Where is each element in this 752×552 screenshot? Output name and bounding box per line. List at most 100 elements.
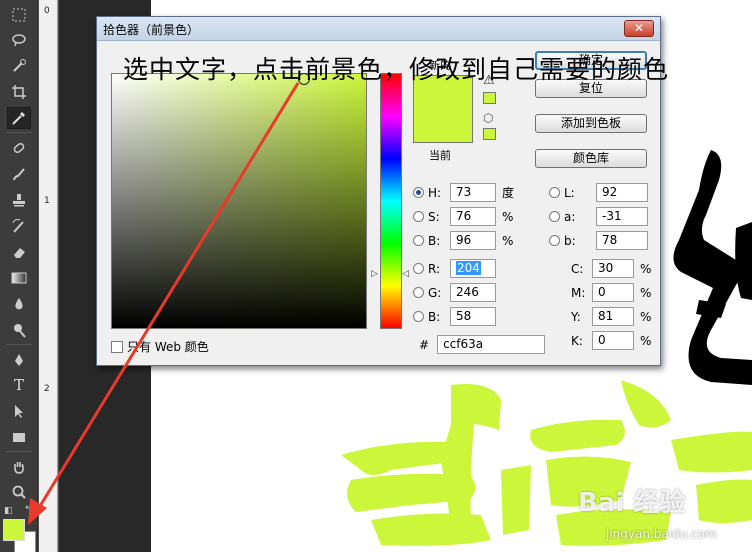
cyan-input[interactable]: 30 [592, 259, 634, 278]
brightness-field-row: B: 96 % [413, 231, 513, 250]
eraser-icon[interactable] [7, 241, 31, 263]
blur-icon[interactable] [7, 293, 31, 315]
zoom-icon[interactable] [7, 481, 31, 503]
color-libraries-button[interactable]: 颜色库 [535, 149, 647, 168]
web-only-checkbox[interactable] [111, 340, 123, 353]
cyan-field-row: C: 30 % [571, 259, 651, 278]
hue-slider[interactable] [380, 73, 402, 329]
add-to-swatches-button[interactable]: 添加到色板 [535, 114, 647, 133]
hue-input[interactable]: 73 [450, 183, 496, 202]
black-input[interactable]: 0 [592, 331, 634, 350]
blue-field-row: B: 58 [413, 307, 496, 326]
quick-select-icon[interactable] [7, 55, 31, 77]
lab-l-field-row: L: 92 [549, 183, 648, 202]
marquee-icon[interactable] [7, 4, 31, 26]
yellow-input[interactable]: 81 [592, 307, 634, 326]
default-colors-icon[interactable]: ◧ [4, 506, 13, 516]
lab-b-label: b: [564, 233, 576, 248]
pen-icon[interactable] [7, 349, 31, 371]
dialog-titlebar[interactable]: 拾色器（前景色） ✕ [97, 17, 660, 41]
rectangle-icon[interactable] [7, 426, 31, 448]
brush-icon[interactable] [7, 163, 31, 185]
lab-b-input[interactable]: 78 [596, 231, 648, 250]
web-only-option: 只有 Web 颜色 [111, 338, 209, 355]
saturation-input[interactable]: 76 [450, 207, 496, 226]
brightness-input[interactable]: 96 [450, 231, 496, 250]
baidu-watermark: Bai 经验 [578, 488, 686, 518]
dodge-icon[interactable] [7, 319, 31, 341]
black-field-row: K: 0 % [571, 331, 651, 350]
calligraphy-green [341, 380, 752, 546]
path-select-icon[interactable] [7, 400, 31, 422]
ruler-mark: 0 [44, 6, 50, 16]
saturation-field-row: S: 76 % [413, 207, 513, 226]
yellow-field-row: Y: 81 % [571, 307, 651, 326]
instruction-caption: 选中文字，点击前景色，修改到自己需要的颜色 [123, 55, 670, 84]
blue-radio[interactable] [413, 311, 424, 322]
cyan-unit: % [640, 261, 652, 276]
history-brush-icon[interactable] [7, 215, 31, 237]
lab-l-radio[interactable] [549, 187, 560, 198]
saturation-brightness-field[interactable] [111, 73, 367, 329]
crop-icon[interactable] [7, 81, 31, 103]
web-safe-cube-icon[interactable]: ⬡ [483, 111, 493, 125]
tool-divider [6, 451, 32, 452]
hue-radio[interactable] [413, 187, 424, 198]
green-radio[interactable] [413, 287, 424, 298]
black-label: K: [571, 333, 583, 348]
close-button[interactable]: ✕ [624, 20, 654, 37]
swap-colors-icon[interactable]: ↰ [24, 505, 32, 515]
ruler-mark: 2 [44, 384, 50, 394]
vertical-ruler: 0 1 2 [39, 0, 58, 552]
yellow-label: Y: [571, 309, 581, 324]
lab-l-label: L: [564, 185, 575, 200]
web-safe-swatch[interactable] [483, 128, 496, 140]
blue-input[interactable]: 58 [450, 307, 496, 326]
healing-brush-icon[interactable] [7, 137, 31, 159]
lab-b-field-row: b: 78 [549, 231, 648, 250]
ruler-mark: 1 [44, 196, 50, 206]
lab-b-radio[interactable] [549, 235, 560, 246]
black-unit: % [640, 333, 652, 348]
hand-icon[interactable] [7, 456, 31, 478]
green-field-row: G: 246 [413, 283, 496, 302]
red-field-row: R: 204 [413, 259, 496, 278]
gradient-icon[interactable] [7, 267, 31, 289]
magenta-input[interactable]: 0 [592, 283, 634, 302]
saturation-label: S: [428, 209, 440, 224]
red-input[interactable]: 204 [450, 259, 496, 278]
lab-a-field-row: a: -31 [549, 207, 648, 226]
saturation-unit: % [502, 209, 514, 224]
green-input[interactable]: 246 [450, 283, 496, 302]
hue-unit: 度 [502, 186, 515, 200]
lab-a-input[interactable]: -31 [596, 207, 648, 226]
baidu-watermark-url: jingyan.baidu.com [606, 527, 717, 541]
gamut-swatch[interactable] [483, 92, 496, 104]
hue-field-row: H: 73 度 [413, 183, 514, 202]
red-input-selected-text: 204 [456, 261, 481, 275]
eyedropper-icon[interactable] [7, 107, 31, 129]
lab-a-radio[interactable] [549, 211, 560, 222]
foreground-color-swatch[interactable] [3, 519, 25, 541]
type-tool-glyph: T [13, 376, 24, 394]
saturation-radio[interactable] [413, 211, 424, 222]
web-only-label: 只有 Web 颜色 [127, 340, 209, 354]
type-icon[interactable]: T [7, 374, 31, 396]
hue-slider-handle-right-icon[interactable]: ◁ [402, 269, 409, 279]
lab-l-input[interactable]: 92 [596, 183, 648, 202]
green-label: G: [428, 285, 442, 300]
yellow-unit: % [640, 309, 652, 324]
lasso-icon[interactable] [7, 29, 31, 51]
tool-divider [6, 344, 32, 345]
red-radio[interactable] [413, 263, 424, 274]
hex-field-row: # ccf63a [419, 335, 546, 354]
brightness-radio[interactable] [413, 235, 424, 246]
brightness-label: B: [428, 233, 441, 248]
hue-slider-handle-left-icon[interactable]: ▷ [371, 269, 378, 279]
hex-input[interactable]: ccf63a [437, 335, 546, 354]
red-label: R: [428, 261, 441, 276]
stamp-icon[interactable] [7, 189, 31, 211]
magenta-label: M: [571, 285, 586, 300]
tool-panel: T ◧ ↰ [0, 0, 38, 552]
brightness-unit: % [502, 233, 514, 248]
